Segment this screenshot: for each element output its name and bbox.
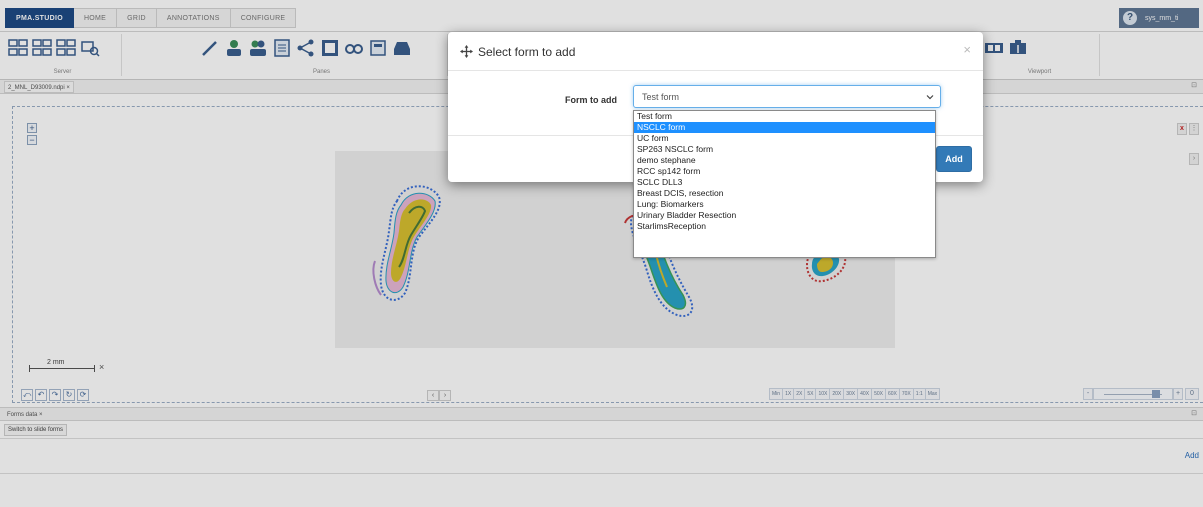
- form-option[interactable]: RCC sp142 form: [634, 166, 935, 177]
- form-option[interactable]: NSCLC form: [634, 122, 935, 133]
- form-option[interactable]: Breast DCIS, resection: [634, 188, 935, 199]
- form-option[interactable]: Test form: [634, 111, 935, 122]
- form-option[interactable]: Lung: Biomarkers: [634, 199, 935, 210]
- chevron-down-icon: [926, 95, 934, 100]
- form-option[interactable]: StarlimsReception: [634, 221, 935, 232]
- form-select[interactable]: Test form: [633, 85, 941, 108]
- move-icon[interactable]: [460, 45, 473, 58]
- form-options-list: Test form NSCLC form UC form SP263 NSCLC fo…: [633, 110, 936, 258]
- close-icon[interactable]: ×: [963, 42, 971, 57]
- add-button[interactable]: Add: [936, 146, 972, 172]
- form-option[interactable]: demo stephane: [634, 155, 935, 166]
- form-to-add-label: Form to add: [565, 95, 617, 105]
- form-option[interactable]: UC form: [634, 133, 935, 144]
- form-option[interactable]: SCLC DLL3: [634, 177, 935, 188]
- dialog-header: Select form to add ×: [448, 32, 983, 71]
- dialog-title: Select form to add: [478, 45, 576, 59]
- form-option[interactable]: SP263 NSCLC form: [634, 144, 935, 155]
- form-option[interactable]: Urinary Bladder Resection: [634, 210, 935, 221]
- form-select-value: Test form: [642, 92, 680, 102]
